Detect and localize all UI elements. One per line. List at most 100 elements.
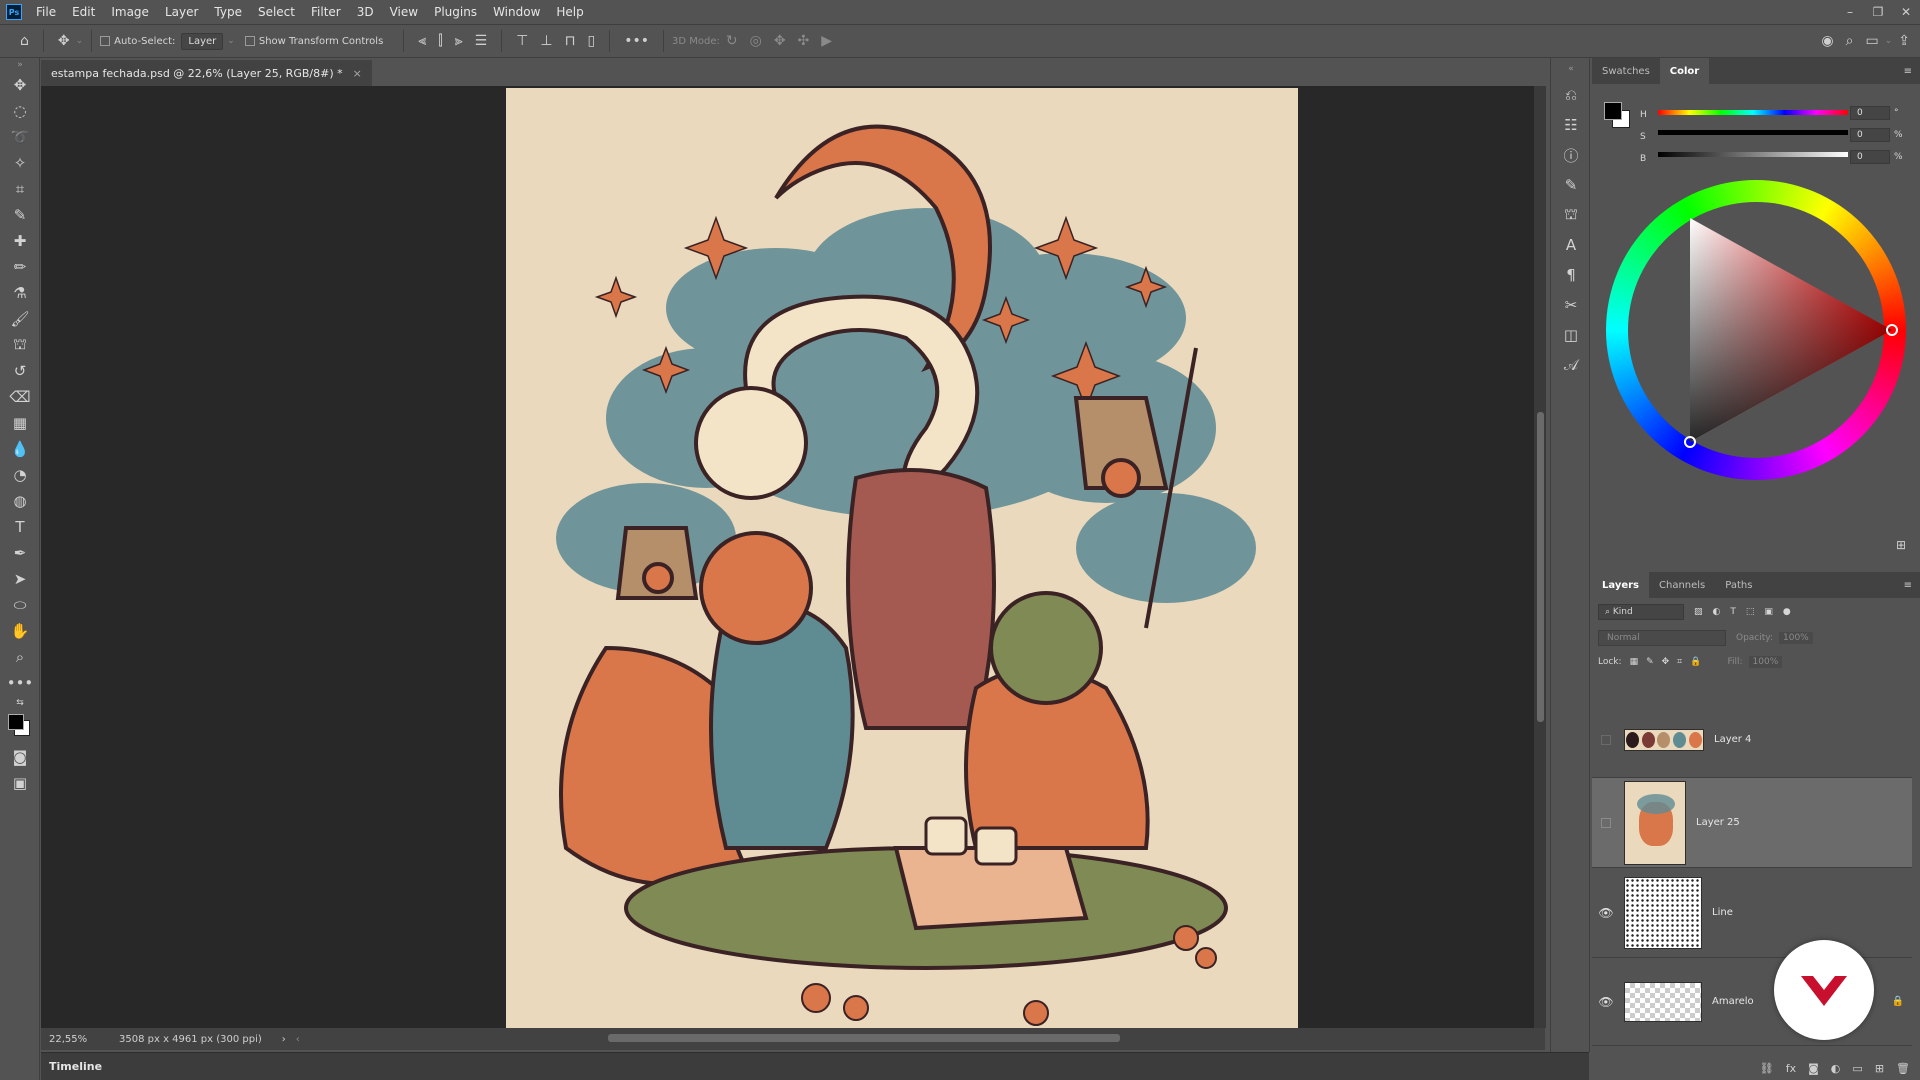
menu-3d[interactable]: 3D bbox=[349, 5, 382, 19]
lock-transparent-icon[interactable]: ▦ bbox=[1630, 657, 1639, 667]
close-icon[interactable]: × bbox=[353, 67, 362, 80]
zoom-level[interactable]: 22,55% bbox=[49, 1034, 109, 1045]
visibility-toggle-off[interactable] bbox=[1592, 734, 1620, 745]
checkbox-box[interactable] bbox=[100, 35, 111, 46]
distribute-icon[interactable]: ☰ bbox=[475, 33, 488, 49]
chevron-left-icon[interactable]: ‹ bbox=[296, 1034, 300, 1045]
brightness-value[interactable]: 0 bbox=[1850, 150, 1890, 164]
brush-tool-icon[interactable]: 🖌 bbox=[0, 306, 40, 332]
tab-channels[interactable]: Channels bbox=[1649, 572, 1715, 598]
move-tool-preset-icon[interactable]: ✥ bbox=[58, 33, 70, 49]
auto-select-dropdown[interactable]: Layer bbox=[181, 32, 224, 50]
lasso-tool-icon[interactable]: ➰ bbox=[0, 124, 40, 150]
link-layers-icon[interactable]: ⛓ bbox=[1760, 1062, 1774, 1075]
menu-help[interactable]: Help bbox=[548, 5, 591, 19]
new-group-icon[interactable]: ▭ bbox=[1852, 1062, 1862, 1075]
lock-artboard-icon[interactable]: ⌗ bbox=[1677, 657, 1682, 667]
align-left-icon[interactable]: ⫷ bbox=[418, 33, 426, 49]
collapse-icon[interactable]: » bbox=[0, 58, 40, 72]
screen-mode-icon[interactable]: ▣ bbox=[0, 770, 40, 796]
shape-tool-icon[interactable]: ⬭ bbox=[0, 592, 40, 618]
hue-value[interactable]: 0 bbox=[1850, 106, 1890, 120]
align-middle-icon[interactable]: ⊥ bbox=[540, 33, 552, 49]
share-person-icon[interactable]: ◉ bbox=[1821, 33, 1833, 49]
libraries-icon[interactable]: ◫ bbox=[1551, 320, 1591, 350]
swap-colors-icon[interactable]: ⇆ bbox=[0, 696, 40, 710]
sponge-tool-icon[interactable]: ◍ bbox=[0, 488, 40, 514]
menu-image[interactable]: Image bbox=[103, 5, 157, 19]
hand-tool-icon[interactable]: ✋ bbox=[0, 618, 40, 644]
chevron-right-icon[interactable]: › bbox=[282, 1034, 286, 1045]
visibility-toggle-off[interactable] bbox=[1592, 817, 1620, 828]
3d-rotate-icon[interactable]: ↻ bbox=[726, 33, 738, 49]
lock-pixels-icon[interactable]: ✎ bbox=[1646, 657, 1654, 667]
filter-toggle-icon[interactable]: ● bbox=[1783, 607, 1791, 617]
lock-all-icon[interactable]: 🔒 bbox=[1690, 657, 1701, 667]
menu-edit[interactable]: Edit bbox=[64, 5, 103, 19]
filter-pixel-icon[interactable]: ▨ bbox=[1694, 607, 1703, 617]
vertical-scroll-thumb[interactable] bbox=[1537, 412, 1544, 722]
history-icon[interactable]: ⎌ bbox=[1551, 80, 1591, 110]
panel-menu-icon[interactable]: ≡ bbox=[1904, 580, 1920, 591]
info-icon[interactable]: ⓘ bbox=[1551, 140, 1591, 170]
eyedropper-icon[interactable]: ✎ bbox=[0, 202, 40, 228]
restore-icon[interactable]: ❐ bbox=[1864, 0, 1892, 24]
quick-mask-icon[interactable]: ◙ bbox=[0, 744, 40, 770]
pencil-icon[interactable]: ✏ bbox=[0, 254, 40, 280]
menu-select[interactable]: Select bbox=[250, 5, 303, 19]
eraser-icon[interactable]: ⌫ bbox=[0, 384, 40, 410]
artwork-canvas[interactable] bbox=[506, 88, 1298, 1030]
minimize-icon[interactable]: – bbox=[1836, 0, 1864, 24]
distribute-vertical-icon[interactable]: ▯ bbox=[588, 33, 596, 49]
share-icon[interactable]: ⇪ bbox=[1898, 33, 1910, 49]
crop-tool-icon[interactable]: ⌗ bbox=[0, 176, 40, 202]
dodge-tool-icon[interactable]: ◔ bbox=[0, 462, 40, 488]
menu-filter[interactable]: Filter bbox=[303, 5, 349, 19]
tab-swatches[interactable]: Swatches bbox=[1592, 58, 1660, 84]
lock-position-icon[interactable]: ✥ bbox=[1662, 657, 1670, 667]
tab-color[interactable]: Color bbox=[1659, 58, 1710, 84]
delete-layer-icon[interactable]: 🗑 bbox=[1896, 1062, 1910, 1075]
filter-type-icon[interactable]: T bbox=[1730, 607, 1736, 617]
fill-value[interactable]: 100% bbox=[1748, 656, 1783, 668]
eye-icon[interactable]: 👁 bbox=[1592, 995, 1620, 1009]
3d-slide-icon[interactable]: ✣ bbox=[798, 33, 810, 49]
history-brush-icon[interactable]: ↺ bbox=[0, 358, 40, 384]
character-icon[interactable]: A bbox=[1551, 230, 1591, 260]
marquee-tool-icon[interactable]: ◌ bbox=[0, 98, 40, 124]
menu-type[interactable]: Type bbox=[206, 5, 250, 19]
3d-pan-icon[interactable]: ✥ bbox=[774, 33, 786, 49]
adjustment-layer-icon[interactable]: ◐ bbox=[1831, 1062, 1841, 1075]
menu-layer[interactable]: Layer bbox=[157, 5, 206, 19]
blend-mode-dropdown[interactable]: Normal bbox=[1598, 630, 1726, 646]
layer-row[interactable]: 👁 Line bbox=[1592, 868, 1912, 958]
color-swatches[interactable] bbox=[0, 710, 40, 744]
filter-smart-object-icon[interactable]: ▣ bbox=[1764, 607, 1773, 617]
saturation-slider[interactable] bbox=[1658, 130, 1848, 135]
brightness-slider[interactable] bbox=[1658, 152, 1848, 157]
more-tools-icon[interactable]: ••• bbox=[0, 670, 40, 696]
saturation-value[interactable]: 0 bbox=[1850, 128, 1890, 142]
checkbox-box[interactable] bbox=[244, 35, 255, 46]
magic-wand-icon[interactable]: ✧ bbox=[0, 150, 40, 176]
panel-menu-icon[interactable]: ≡ bbox=[1904, 66, 1920, 77]
auto-select-checkbox[interactable]: Auto-Select: bbox=[100, 35, 175, 47]
foreground-color-swatch[interactable] bbox=[8, 714, 24, 730]
timeline-panel[interactable]: Timeline bbox=[41, 1052, 1589, 1080]
align-center-icon[interactable]: ⫿ bbox=[438, 33, 442, 49]
kind-filter[interactable]: ⌕ Kind bbox=[1598, 604, 1684, 620]
chevron-down-icon[interactable]: ⌄ bbox=[1885, 36, 1893, 46]
workspace-icon[interactable]: ▭ bbox=[1865, 33, 1878, 49]
eye-icon[interactable]: 👁 bbox=[1592, 906, 1620, 920]
filter-adjustment-icon[interactable]: ◐ bbox=[1713, 607, 1721, 617]
color-triangle[interactable] bbox=[1606, 180, 1906, 480]
menu-file[interactable]: File bbox=[28, 5, 64, 19]
document-tab[interactable]: estampa fechada.psd @ 22,6% (Layer 25, R… bbox=[41, 60, 372, 86]
tab-paths[interactable]: Paths bbox=[1715, 572, 1762, 598]
foreground-color-swatch[interactable] bbox=[1604, 102, 1622, 120]
path-selection-icon[interactable]: ➤ bbox=[0, 566, 40, 592]
hue-slider[interactable] bbox=[1658, 110, 1848, 115]
add-mask-icon[interactable]: ◙ bbox=[1808, 1062, 1819, 1075]
move-tool-icon[interactable]: ✥ bbox=[0, 72, 40, 98]
horizontal-scroll-thumb[interactable] bbox=[608, 1034, 1120, 1042]
